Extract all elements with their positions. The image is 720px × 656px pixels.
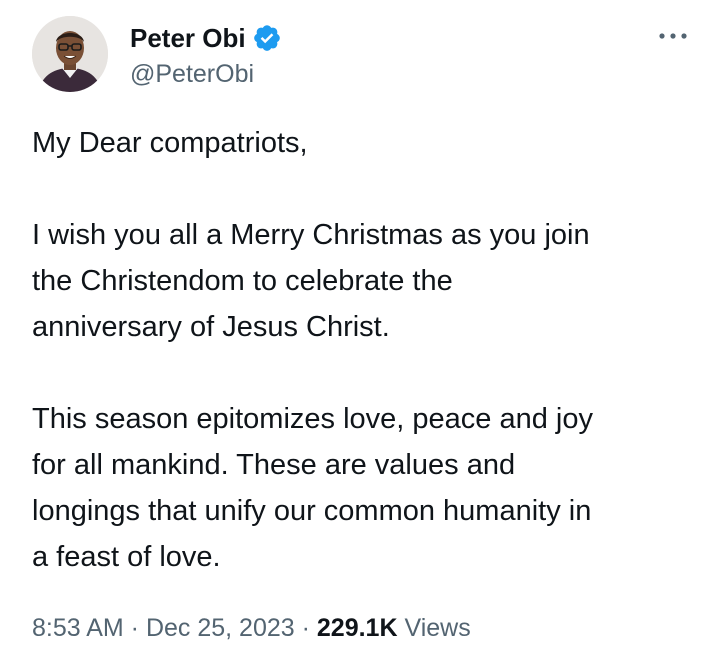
display-name[interactable]: Peter Obi	[130, 22, 246, 54]
tweet-time[interactable]: 8:53 AM	[32, 614, 124, 642]
tweet: Peter Obi @PeterObi My Dear compatriots,…	[0, 0, 720, 656]
views-label: Views	[404, 614, 471, 642]
tweet-date[interactable]: Dec 25, 2023	[146, 614, 295, 642]
avatar-image	[32, 16, 108, 92]
views-count[interactable]: 229.1K	[317, 614, 398, 642]
tweet-header: Peter Obi @PeterObi	[32, 16, 688, 96]
tweet-meta: 8:53 AM · Dec 25, 2023 · 229.1K Views	[32, 612, 471, 644]
user-handle[interactable]: @PeterObi	[130, 59, 254, 89]
verified-badge-icon[interactable]	[252, 23, 282, 53]
more-options-button[interactable]	[648, 24, 688, 48]
tweet-paragraph-3: This season epitomizes love, peace and j…	[32, 403, 593, 573]
tweet-paragraph-1: My Dear compatriots,	[32, 127, 308, 159]
more-options-icon	[659, 33, 687, 39]
tweet-text: My Dear compatriots, I wish you all a Me…	[32, 120, 692, 580]
meta-separator: ·	[294, 614, 317, 642]
meta-separator: ·	[123, 614, 146, 642]
avatar[interactable]	[32, 16, 108, 92]
tweet-paragraph-2: I wish you all a Merry Christmas as you …	[32, 219, 590, 343]
name-row: Peter Obi	[130, 22, 282, 54]
